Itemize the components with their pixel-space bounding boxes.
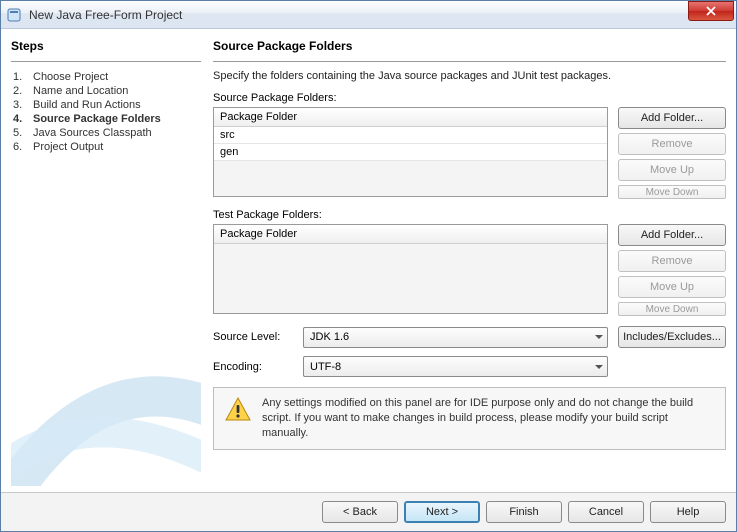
steps-list: 1.Choose Project 2.Name and Location 3.B…	[11, 70, 201, 154]
window-title: New Java Free-Form Project	[29, 8, 182, 22]
step-4: 4.Source Package Folders	[11, 112, 201, 126]
close-button[interactable]	[688, 1, 734, 21]
chevron-down-icon	[595, 335, 603, 339]
move-up-button[interactable]: Move Up	[618, 276, 726, 298]
steps-sidebar: Steps 1.Choose Project 2.Name and Locati…	[11, 39, 201, 486]
table-row[interactable]: gen	[214, 144, 607, 161]
step-5: 5.Java Sources Classpath	[11, 126, 201, 140]
encoding-combobox[interactable]: UTF-8	[303, 356, 608, 377]
page-title: Source Package Folders	[213, 39, 726, 53]
add-folder-button[interactable]: Add Folder...	[618, 107, 726, 129]
info-panel: Any settings modified on this panel are …	[213, 387, 726, 450]
cancel-button[interactable]: Cancel	[568, 501, 644, 523]
app-icon	[7, 7, 23, 23]
remove-button[interactable]: Remove	[618, 250, 726, 272]
test-folders-label: Test Package Folders:	[213, 209, 726, 221]
source-level-combobox[interactable]: JDK 1.6	[303, 327, 608, 348]
encoding-value: UTF-8	[310, 361, 341, 373]
next-button[interactable]: Next >	[404, 501, 480, 523]
move-down-button[interactable]: Move Down	[618, 185, 726, 199]
main-panel: Source Package Folders Specify the folde…	[213, 39, 726, 486]
finish-button[interactable]: Finish	[486, 501, 562, 523]
includes-excludes-button[interactable]: Includes/Excludes...	[618, 326, 726, 348]
back-button[interactable]: < Back	[322, 501, 398, 523]
page-description: Specify the folders containing the Java …	[213, 70, 726, 82]
source-folders-label: Source Package Folders:	[213, 92, 726, 104]
test-table-header: Package Folder	[214, 225, 607, 244]
source-folders-table[interactable]: Package Folder src gen	[213, 107, 608, 197]
source-level-value: JDK 1.6	[310, 331, 349, 343]
step-6: 6.Project Output	[11, 140, 201, 154]
info-text: Any settings modified on this panel are …	[262, 396, 715, 441]
step-3: 3.Build and Run Actions	[11, 98, 201, 112]
table-row[interactable]: src	[214, 127, 607, 144]
move-up-button[interactable]: Move Up	[618, 159, 726, 181]
chevron-down-icon	[595, 365, 603, 369]
source-table-header: Package Folder	[214, 108, 607, 127]
wizard-footer: < Back Next > Finish Cancel Help	[1, 492, 736, 531]
test-folders-table[interactable]: Package Folder	[213, 224, 608, 314]
steps-heading: Steps	[11, 39, 201, 53]
window-titlebar: New Java Free-Form Project	[1, 1, 736, 29]
source-level-label: Source Level:	[213, 331, 293, 343]
warning-icon	[224, 396, 252, 427]
help-button[interactable]: Help	[650, 501, 726, 523]
move-down-button[interactable]: Move Down	[618, 302, 726, 316]
step-1: 1.Choose Project	[11, 70, 201, 84]
add-folder-button[interactable]: Add Folder...	[618, 224, 726, 246]
main-divider	[213, 61, 726, 62]
remove-button[interactable]: Remove	[618, 133, 726, 155]
encoding-label: Encoding:	[213, 361, 293, 373]
sidebar-divider	[11, 61, 201, 62]
step-2: 2.Name and Location	[11, 84, 201, 98]
